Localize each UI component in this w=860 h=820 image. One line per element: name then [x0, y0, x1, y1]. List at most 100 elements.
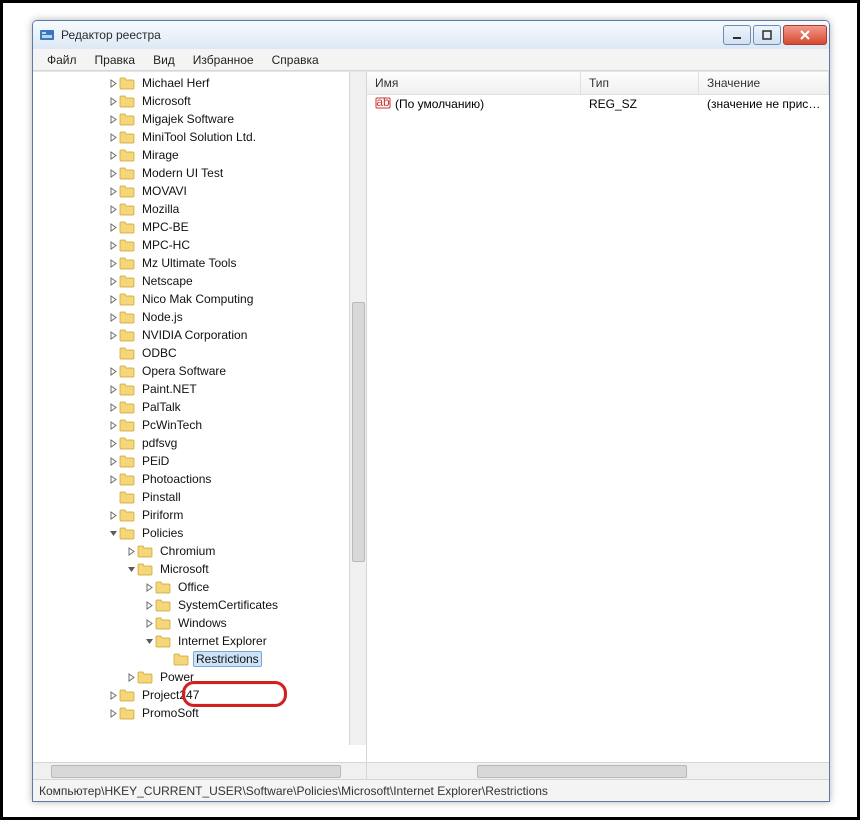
expand-icon[interactable] [107, 347, 119, 359]
tree-node[interactable]: Modern UI Test [33, 164, 366, 182]
tree-node[interactable]: pdfsvg [33, 434, 366, 452]
expand-icon[interactable] [107, 167, 119, 179]
menu-view[interactable]: Вид [145, 51, 183, 69]
tree-node[interactable]: NVIDIA Corporation [33, 326, 366, 344]
tree-label[interactable]: MPC-HC [139, 237, 193, 253]
tree-node[interactable]: Microsoft [33, 92, 366, 110]
expand-icon[interactable] [107, 689, 119, 701]
tree-node[interactable]: Photoactions [33, 470, 366, 488]
expand-icon[interactable] [107, 275, 119, 287]
expand-icon[interactable] [107, 455, 119, 467]
tree-label[interactable]: MiniTool Solution Ltd. [139, 129, 259, 145]
expand-icon[interactable] [125, 563, 137, 575]
tree-label[interactable]: Nico Mak Computing [139, 291, 256, 307]
expand-icon[interactable] [107, 509, 119, 521]
expand-icon[interactable] [107, 311, 119, 323]
expand-icon[interactable] [143, 635, 155, 647]
tree-node[interactable]: PromoSoft [33, 704, 366, 722]
expand-icon[interactable] [107, 77, 119, 89]
tree-node[interactable]: Paint.NET [33, 380, 366, 398]
tree-label[interactable]: Opera Software [139, 363, 229, 379]
registry-tree[interactable]: Michael HerfMicrosoftMigajek SoftwareMin… [33, 72, 366, 724]
tree-horizontal-scrollbar[interactable] [33, 762, 366, 779]
expand-icon[interactable] [107, 221, 119, 233]
tree-label[interactable]: PalTalk [139, 399, 184, 415]
tree-label[interactable]: pdfsvg [139, 435, 180, 451]
tree-node[interactable]: MOVAVI [33, 182, 366, 200]
tree-node[interactable]: Opera Software [33, 362, 366, 380]
tree-node[interactable]: Migajek Software [33, 110, 366, 128]
menu-file[interactable]: Файл [39, 51, 85, 69]
expand-icon[interactable] [107, 239, 119, 251]
tree-node[interactable]: Michael Herf [33, 74, 366, 92]
expand-icon[interactable] [107, 203, 119, 215]
tree-node[interactable]: PEiD [33, 452, 366, 470]
values-horizontal-scrollbar[interactable] [367, 762, 829, 779]
expand-icon[interactable] [161, 653, 173, 665]
tree-label[interactable]: Paint.NET [139, 381, 200, 397]
tree-label[interactable]: Piriform [139, 507, 186, 523]
expand-icon[interactable] [107, 527, 119, 539]
scrollbar-thumb[interactable] [51, 765, 341, 778]
expand-icon[interactable] [143, 617, 155, 629]
tree-node[interactable]: MiniTool Solution Ltd. [33, 128, 366, 146]
expand-icon[interactable] [107, 113, 119, 125]
titlebar[interactable]: Редактор реестра [33, 21, 829, 49]
tree-label[interactable]: Mirage [139, 147, 182, 163]
expand-icon[interactable] [125, 545, 137, 557]
expand-icon[interactable] [107, 491, 119, 503]
tree-label[interactable]: PromoSoft [139, 705, 202, 721]
tree-vertical-scrollbar[interactable] [349, 72, 366, 745]
tree-node[interactable]: Nico Mak Computing [33, 290, 366, 308]
tree-label[interactable]: NVIDIA Corporation [139, 327, 250, 343]
tree-node[interactable]: Node.js [33, 308, 366, 326]
tree-node[interactable]: Netscape [33, 272, 366, 290]
tree-label[interactable]: Mozilla [139, 201, 182, 217]
tree-node[interactable]: Restrictions [33, 650, 366, 668]
tree-node[interactable]: Windows [33, 614, 366, 632]
menu-edit[interactable]: Правка [87, 51, 144, 69]
tree-label[interactable]: Internet Explorer [175, 633, 270, 649]
tree-label[interactable]: Netscape [139, 273, 196, 289]
column-header[interactable]: Имя [367, 72, 581, 94]
column-header[interactable]: Значение [699, 72, 829, 94]
tree-node[interactable]: Mz Ultimate Tools [33, 254, 366, 272]
expand-icon[interactable] [107, 707, 119, 719]
tree-label[interactable]: MOVAVI [139, 183, 190, 199]
tree-label[interactable]: PcWinTech [139, 417, 205, 433]
expand-icon[interactable] [107, 401, 119, 413]
tree-node[interactable]: Pinstall [33, 488, 366, 506]
expand-icon[interactable] [143, 581, 155, 593]
expand-icon[interactable] [107, 95, 119, 107]
tree-node[interactable]: Policies [33, 524, 366, 542]
tree-label[interactable]: Mz Ultimate Tools [139, 255, 239, 271]
tree-node[interactable]: Microsoft [33, 560, 366, 578]
expand-icon[interactable] [107, 257, 119, 269]
tree-label[interactable]: ODBC [139, 345, 180, 361]
tree-node[interactable]: Mirage [33, 146, 366, 164]
expand-icon[interactable] [107, 185, 119, 197]
tree-node[interactable]: PalTalk [33, 398, 366, 416]
value-row[interactable]: ab(По умолчанию)REG_SZ(значение не присв… [367, 95, 829, 113]
list-header[interactable]: ИмяТипЗначение [367, 72, 829, 95]
tree-label[interactable]: Policies [139, 525, 186, 541]
tree-node[interactable]: Chromium [33, 542, 366, 560]
tree-label[interactable]: Restrictions [193, 651, 262, 667]
tree-label[interactable]: Chromium [157, 543, 218, 559]
scrollbar-thumb[interactable] [352, 302, 365, 562]
expand-icon[interactable] [107, 419, 119, 431]
expand-icon[interactable] [107, 149, 119, 161]
tree-label[interactable]: PEiD [139, 453, 172, 469]
expand-icon[interactable] [107, 437, 119, 449]
close-button[interactable] [783, 25, 827, 45]
tree-label[interactable]: Migajek Software [139, 111, 237, 127]
tree-node[interactable]: Office [33, 578, 366, 596]
tree-label[interactable]: Node.js [139, 309, 186, 325]
tree-node[interactable]: MPC-BE [33, 218, 366, 236]
expand-icon[interactable] [143, 599, 155, 611]
tree-label[interactable]: Modern UI Test [139, 165, 226, 181]
minimize-button[interactable] [723, 25, 751, 45]
tree-node[interactable]: Project247 [33, 686, 366, 704]
tree-label[interactable]: Windows [175, 615, 230, 631]
tree-label[interactable]: Project247 [139, 687, 202, 703]
